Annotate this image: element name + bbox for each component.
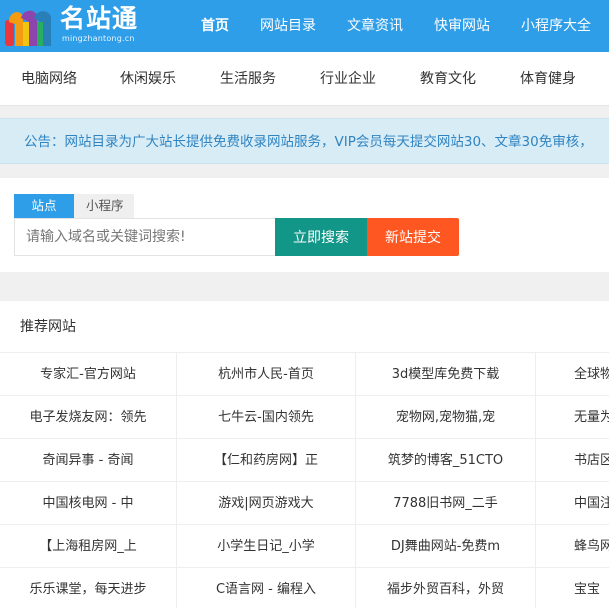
logo-subtext: mingzhantong.cn [62, 34, 135, 43]
site-link[interactable]: 3d模型库免费下载 [356, 353, 536, 396]
table-row: 电子发烧友网：领先 七牛云-国内领先 宠物网,宠物猫,宠 无量为 [0, 396, 609, 439]
site-link[interactable]: 福步外贸百科，外贸 [356, 568, 536, 608]
search-button[interactable]: 立即搜索 [275, 218, 367, 256]
site-link[interactable]: 七牛云-国内领先 [177, 396, 356, 439]
site-link[interactable]: 宠物网,宠物猫,宠 [356, 396, 536, 439]
site-link[interactable]: 中国核电网 - 中 [0, 482, 177, 525]
site-link[interactable]: 7788旧书网_二手 [356, 482, 536, 525]
nav-directory[interactable]: 网站目录 [247, 0, 329, 52]
site-link[interactable]: 专家汇-官方网站 [0, 353, 177, 396]
table-row: 奇闻异事 - 奇闻 【仁和药房网】正 筑梦的博客_51CTO 书店区 [0, 439, 609, 482]
section-title: 推荐网站 [0, 301, 609, 353]
site-link[interactable]: 【仁和药房网】正 [177, 439, 356, 482]
site-link[interactable]: 奇闻异事 - 奇闻 [0, 439, 177, 482]
nav-mini-programs[interactable]: 小程序大全 [508, 0, 604, 52]
site-link[interactable]: 书店区 [536, 439, 609, 482]
logo-m-icon [5, 10, 51, 46]
category-computer-network[interactable]: 电脑网络 [0, 52, 98, 106]
nav-home[interactable]: 首页 [188, 0, 242, 52]
site-link[interactable]: 宝宝 [536, 568, 609, 608]
site-link[interactable]: 蜂鸟网 [536, 525, 609, 568]
notice-banner: 公告：网站目录为广大站长提供免费收录网站服务，VIP会员每天提交网站30、文章3… [0, 118, 609, 164]
logo-text: 名站通 [60, 4, 139, 33]
site-link[interactable]: 无量为 [536, 396, 609, 439]
site-link[interactable]: 中国注 [536, 482, 609, 525]
table-row: 中国核电网 - 中 游戏|网页游戏大 7788旧书网_二手 中国注 [0, 482, 609, 525]
tab-mini-program[interactable]: 小程序 [74, 194, 134, 218]
table-row: 乐乐课堂，每天进步 C语言网 - 编程入 福步外贸百科，外贸 宝宝 [0, 568, 609, 608]
category-sports[interactable]: 体育健身 [498, 52, 598, 106]
search-input[interactable] [14, 218, 275, 256]
nav-quick-review[interactable]: 快审网站 [421, 0, 503, 52]
category-leisure[interactable]: 休闲娱乐 [98, 52, 198, 106]
site-link[interactable]: DJ舞曲网站-免费m [356, 525, 536, 568]
category-industry[interactable]: 行业企业 [298, 52, 398, 106]
nav-articles[interactable]: 文章资讯 [334, 0, 416, 52]
site-link[interactable]: 乐乐课堂，每天进步 [0, 568, 177, 608]
site-link[interactable]: 小学生日记_小学 [177, 525, 356, 568]
site-logo[interactable]: 名站通 mingzhantong.cn [0, 0, 190, 52]
site-link[interactable]: 电子发烧友网：领先 [0, 396, 177, 439]
search-tabs: 站点 小程序 [14, 194, 134, 218]
site-link[interactable]: 游戏|网页游戏大 [177, 482, 356, 525]
search-panel: 站点 小程序 立即搜索 新站提交 [0, 178, 609, 272]
tab-site[interactable]: 站点 [14, 194, 74, 218]
site-link[interactable]: 全球物 [536, 353, 609, 396]
main-nav: 首页 网站目录 文章资讯 快审网站 小程序大全 [188, 0, 604, 52]
site-link[interactable]: 【上海租房网_上 [0, 525, 177, 568]
site-link[interactable]: 杭州市人民-首页 [177, 353, 356, 396]
table-row: 【上海租房网_上 小学生日记_小学 DJ舞曲网站-免费m 蜂鸟网 [0, 525, 609, 568]
top-header: 名站通 mingzhantong.cn 首页 网站目录 文章资讯 快审网站 小程… [0, 0, 609, 52]
category-bar: 电脑网络 休闲娱乐 生活服务 行业企业 教育文化 体育健身 [0, 52, 609, 106]
site-link[interactable]: C语言网 - 编程入 [177, 568, 356, 608]
table-row: 专家汇-官方网站 杭州市人民-首页 3d模型库免费下载 全球物 [0, 353, 609, 396]
submit-site-button[interactable]: 新站提交 [367, 218, 459, 256]
recommended-panel: 推荐网站 专家汇-官方网站 杭州市人民-首页 3d模型库免费下载 全球物 电子发… [0, 301, 609, 608]
category-education[interactable]: 教育文化 [398, 52, 498, 106]
category-life-service[interactable]: 生活服务 [198, 52, 298, 106]
site-link[interactable]: 筑梦的博客_51CTO [356, 439, 536, 482]
